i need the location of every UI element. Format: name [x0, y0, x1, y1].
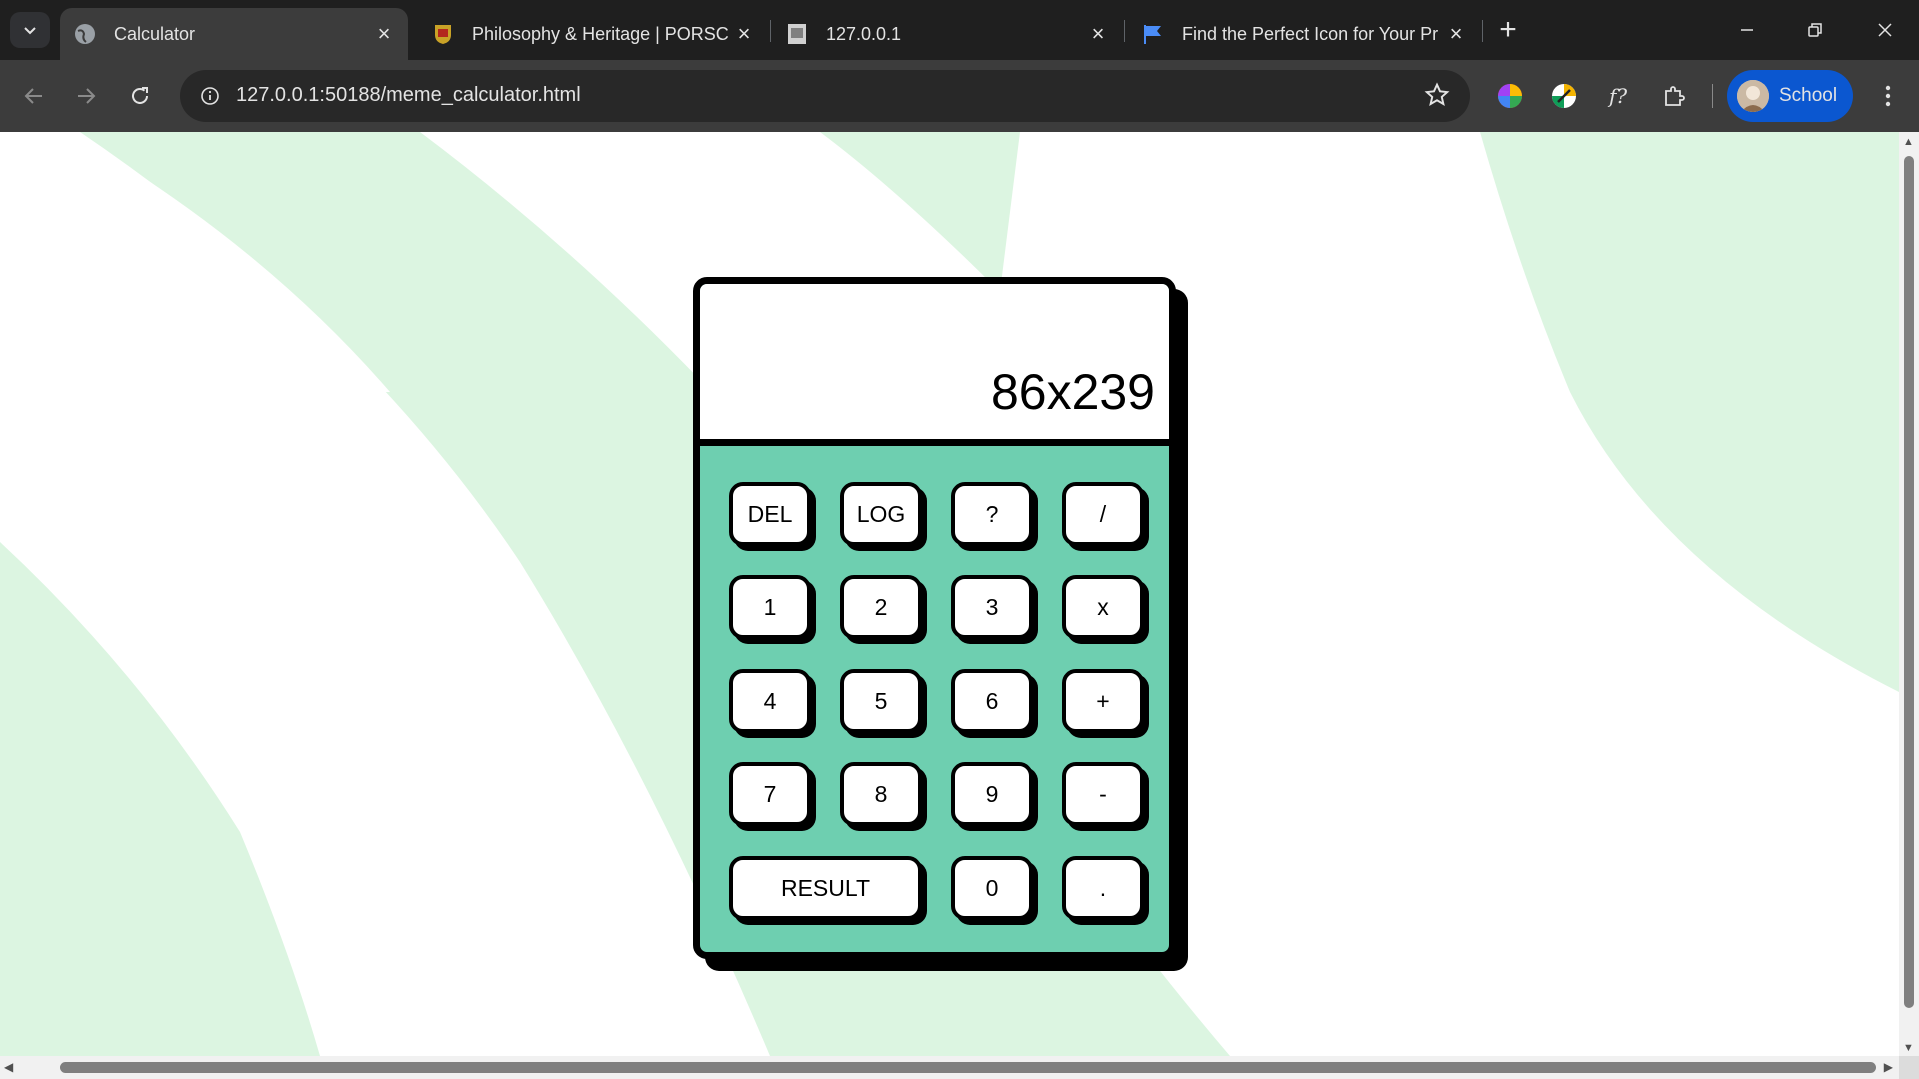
horizontal-scrollbar[interactable]: ◀ ▶: [0, 1056, 1899, 1079]
digit-5-button[interactable]: 5: [840, 669, 922, 733]
calculator-display: 86x239: [700, 284, 1169, 446]
reload-button[interactable]: [118, 74, 162, 118]
browser-menu-button[interactable]: [1870, 78, 1906, 114]
digit-9-button[interactable]: 9: [951, 762, 1033, 826]
result-button[interactable]: RESULT: [729, 856, 922, 920]
site-info-icon[interactable]: [192, 78, 228, 114]
close-tab-icon[interactable]: ×: [730, 20, 758, 48]
arrow-right-icon: [78, 88, 96, 104]
kebab-menu-icon: [1885, 85, 1891, 107]
digit-4-button[interactable]: 4: [729, 669, 811, 733]
toolbar-separator: [1712, 84, 1713, 108]
tab-separator: [1124, 20, 1125, 42]
colorpicker-extension-icon[interactable]: [1546, 78, 1582, 114]
digit-1-button[interactable]: 1: [729, 575, 811, 639]
page-icon: [786, 23, 808, 45]
tab-search-button[interactable]: [10, 12, 50, 48]
calculator: 86x239 DEL LOG ? / 1 2 3 x 4 5 6 + 7 8 9…: [693, 277, 1188, 971]
globe-icon: [74, 23, 96, 45]
flag-icon: [1142, 23, 1164, 45]
forward-button[interactable]: [64, 74, 108, 118]
porsche-crest-icon: [432, 23, 454, 45]
digit-8-button[interactable]: 8: [840, 762, 922, 826]
digit-6-button[interactable]: 6: [951, 669, 1033, 733]
vertical-scroll-thumb[interactable]: [1904, 156, 1914, 1008]
close-window-button[interactable]: [1851, 0, 1919, 60]
minimize-button[interactable]: [1713, 0, 1781, 60]
scroll-down-arrow-icon[interactable]: ▼: [1903, 1042, 1914, 1054]
scroll-left-arrow-icon[interactable]: ◀: [4, 1060, 13, 1074]
restore-icon: [1808, 23, 1822, 37]
tab-porsche[interactable]: Philosophy & Heritage | PORSC ×: [418, 8, 768, 60]
tab-calculator[interactable]: Calculator ×: [60, 8, 408, 60]
back-button[interactable]: [12, 74, 56, 118]
digit-3-button[interactable]: 3: [951, 575, 1033, 639]
digit-0-button[interactable]: 0: [951, 856, 1033, 920]
page-viewport: 86x239 DEL LOG ? / 1 2 3 x 4 5 6 + 7 8 9…: [0, 132, 1899, 1056]
scroll-right-arrow-icon[interactable]: ▶: [1884, 1060, 1893, 1074]
tab-title: 127.0.0.1: [826, 23, 902, 44]
close-tab-icon[interactable]: ×: [1084, 20, 1112, 48]
bookmark-star-icon[interactable]: [1424, 82, 1450, 113]
new-tab-button[interactable]: +: [1490, 12, 1526, 48]
scrollbar-corner: [1899, 1056, 1919, 1079]
tab-localhost[interactable]: 127.0.0.1 ×: [772, 8, 1122, 60]
tab-separator: [1482, 20, 1483, 42]
plus-button[interactable]: +: [1062, 669, 1144, 733]
tab-title: Find the Perfect Icon for Your Pr: [1182, 23, 1439, 44]
close-icon: [1878, 23, 1892, 37]
display-value: 86x239: [990, 364, 1155, 420]
close-tab-icon[interactable]: ×: [1442, 20, 1470, 48]
extensions-puzzle-icon[interactable]: [1656, 78, 1692, 114]
divide-button[interactable]: /: [1062, 482, 1144, 546]
log-button[interactable]: LOG: [840, 482, 922, 546]
minus-button[interactable]: -: [1062, 762, 1144, 826]
tab-separator: [770, 20, 771, 42]
horizontal-scroll-thumb[interactable]: [60, 1062, 1876, 1073]
tab-strip: Calculator × Philosophy & Heritage | POR…: [0, 0, 1919, 60]
vertical-scrollbar[interactable]: ▲ ▼: [1899, 132, 1919, 1056]
browser-toolbar: 127.0.0.1:50188/meme_calculator.html f? …: [0, 60, 1919, 132]
color-extension-icon[interactable]: [1492, 78, 1528, 114]
restore-button[interactable]: [1781, 0, 1849, 60]
minimize-icon: [1741, 29, 1753, 31]
reload-icon: [132, 87, 148, 104]
scroll-up-arrow-icon[interactable]: ▲: [1903, 136, 1914, 148]
profile-button[interactable]: School: [1727, 70, 1853, 122]
chevron-down-icon: [24, 27, 36, 35]
del-button[interactable]: DEL: [729, 482, 811, 546]
profile-label: School: [1779, 85, 1838, 106]
digit-2-button[interactable]: 2: [840, 575, 922, 639]
address-bar[interactable]: 127.0.0.1:50188/meme_calculator.html: [180, 70, 1470, 122]
decimal-button[interactable]: .: [1062, 856, 1144, 920]
close-tab-icon[interactable]: ×: [370, 20, 398, 48]
tab-icon-finder[interactable]: Find the Perfect Icon for Your Pr ×: [1128, 8, 1480, 60]
calculator-body: 86x239 DEL LOG ? / 1 2 3 x 4 5 6 + 7 8 9…: [693, 277, 1176, 959]
question-button[interactable]: ?: [951, 482, 1033, 546]
avatar: [1737, 80, 1769, 112]
digit-7-button[interactable]: 7: [729, 762, 811, 826]
arrow-left-icon: [24, 88, 42, 104]
tab-title: Calculator: [114, 23, 196, 44]
font-extension-icon[interactable]: f?: [1600, 78, 1636, 114]
multiply-button[interactable]: x: [1062, 575, 1144, 639]
url-text[interactable]: 127.0.0.1:50188/meme_calculator.html: [236, 84, 581, 107]
tab-title: Philosophy & Heritage | PORSC: [472, 23, 729, 44]
